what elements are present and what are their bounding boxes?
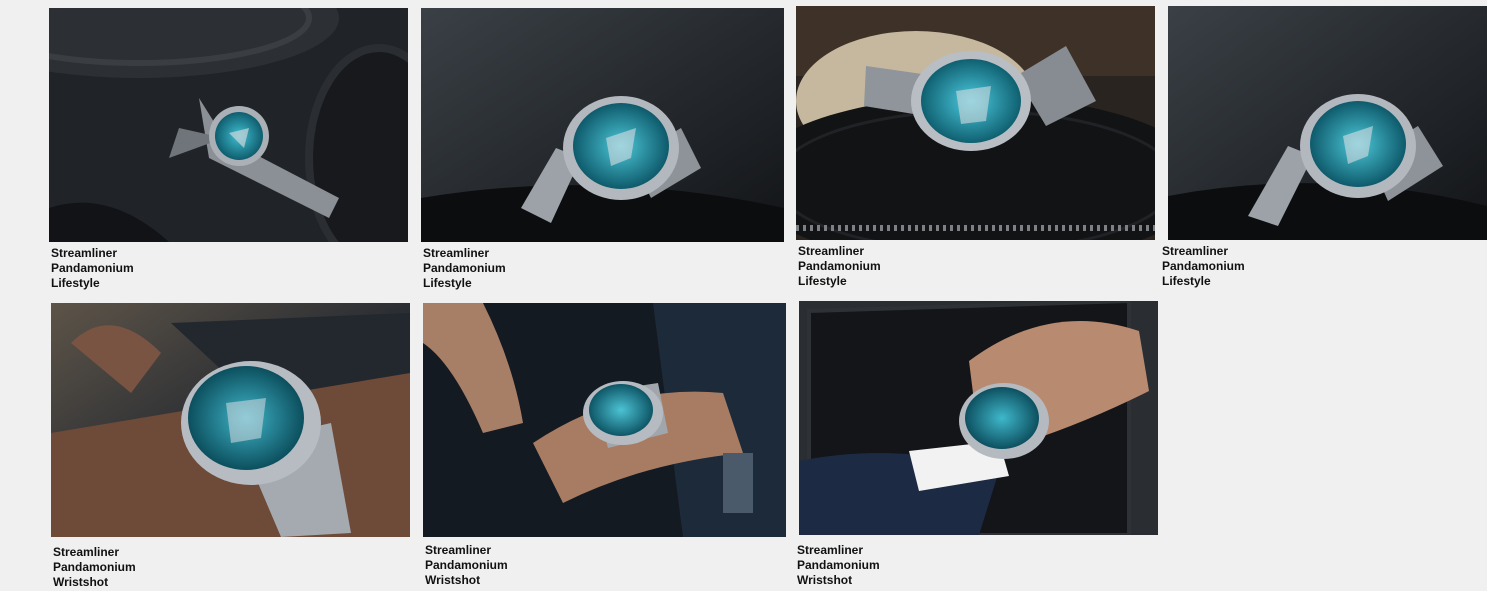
gallery-card-7[interactable]: Streamliner Pandamonium Wristshot bbox=[797, 301, 1158, 588]
card-title: Streamliner bbox=[798, 244, 865, 258]
photo-wristshot-dark-icon[interactable] bbox=[423, 303, 786, 537]
card-title: Streamliner bbox=[53, 545, 120, 559]
card-caption: Streamliner Pandamonium Lifestyle bbox=[796, 244, 1155, 289]
photo-wristshot-closeup-icon[interactable] bbox=[51, 303, 410, 537]
card-caption: Streamliner Pandamonium Wristshot bbox=[795, 543, 1158, 588]
card-category: Lifestyle bbox=[51, 276, 100, 290]
card-model: Pandamonium bbox=[51, 261, 134, 275]
card-title: Streamliner bbox=[797, 543, 864, 557]
gallery-card-4[interactable]: Streamliner Pandamonium Lifestyle bbox=[1162, 6, 1487, 289]
gallery-card-1[interactable]: Streamliner Pandamonium Lifestyle bbox=[49, 8, 408, 291]
photo-lifestyle-turntable-top-icon[interactable] bbox=[49, 8, 408, 242]
photo-lifestyle-angled-crop-icon[interactable] bbox=[1168, 6, 1487, 240]
gallery-card-5[interactable]: Streamliner Pandamonium Wristshot bbox=[51, 303, 410, 590]
card-title: Streamliner bbox=[425, 543, 492, 557]
card-title: Streamliner bbox=[51, 246, 118, 260]
card-caption: Streamliner Pandamonium Wristshot bbox=[51, 545, 410, 590]
card-model: Pandamonium bbox=[1162, 259, 1245, 273]
card-category: Wristshot bbox=[797, 573, 853, 587]
card-category: Lifestyle bbox=[423, 276, 472, 290]
card-model: Pandamonium bbox=[423, 261, 506, 275]
media-gallery: Streamliner Pandamonium Lifestyle Stream… bbox=[0, 0, 1487, 591]
photo-lifestyle-vinyl-icon[interactable] bbox=[796, 6, 1155, 240]
card-model: Pandamonium bbox=[798, 259, 881, 273]
card-category: Wristshot bbox=[425, 573, 481, 587]
gallery-card-3[interactable]: Streamliner Pandamonium Lifestyle bbox=[796, 6, 1155, 289]
card-model: Pandamonium bbox=[53, 560, 136, 574]
photo-lifestyle-angled-icon[interactable] bbox=[421, 8, 784, 242]
card-caption: Streamliner Pandamonium Lifestyle bbox=[1160, 244, 1487, 289]
card-model: Pandamonium bbox=[425, 558, 508, 572]
card-caption: Streamliner Pandamonium Wristshot bbox=[423, 543, 786, 588]
gallery-card-2[interactable]: Streamliner Pandamonium Lifestyle bbox=[421, 8, 784, 291]
card-category: Lifestyle bbox=[798, 274, 847, 288]
photo-wristshot-suit-icon[interactable] bbox=[799, 301, 1158, 535]
card-model: Pandamonium bbox=[797, 558, 880, 572]
gallery-card-6[interactable]: Streamliner Pandamonium Wristshot bbox=[423, 303, 786, 588]
card-category: Wristshot bbox=[53, 575, 109, 589]
card-category: Lifestyle bbox=[1162, 274, 1211, 288]
card-title: Streamliner bbox=[1162, 244, 1229, 258]
card-caption: Streamliner Pandamonium Lifestyle bbox=[49, 246, 408, 291]
card-title: Streamliner bbox=[423, 246, 490, 260]
card-caption: Streamliner Pandamonium Lifestyle bbox=[421, 246, 784, 291]
